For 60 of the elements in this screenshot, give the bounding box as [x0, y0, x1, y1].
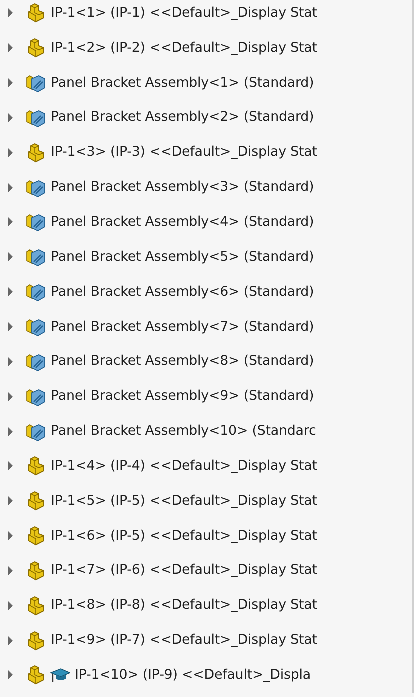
tree-item-label[interactable]: IP-1<2> (IP-2) <<Default>_Display Stat	[51, 40, 318, 56]
tree-item-label[interactable]: Panel Bracket Assembly<7> (Standard)	[51, 320, 314, 335]
tree-item-label[interactable]: IP-1<6> (IP-5) <<Default>_Display Stat	[51, 528, 318, 544]
expand-arrow-icon[interactable]	[7, 600, 14, 611]
expand-arrow-icon[interactable]	[7, 182, 14, 193]
expand-arrow-icon[interactable]	[7, 392, 14, 402]
tree-item-label[interactable]: IP-1<7> (IP-6) <<Default>_Display Stat	[51, 563, 318, 578]
expand-arrow-icon[interactable]	[7, 43, 14, 54]
expand-arrow-icon[interactable]	[7, 217, 14, 228]
part-icon	[26, 3, 46, 24]
tree-item-label[interactable]: Panel Bracket Assembly<5> (Standard)	[51, 250, 314, 265]
assembly-icon	[26, 352, 46, 372]
part-icon	[26, 456, 46, 476]
expand-arrow-icon[interactable]	[7, 426, 14, 437]
tree-item-label[interactable]: IP-1<4> (IP-4) <<Default>_Display Stat	[51, 458, 318, 474]
expand-arrow-icon[interactable]	[7, 531, 14, 542]
expand-arrow-icon[interactable]	[7, 8, 14, 18]
tree-item-label[interactable]: Panel Bracket Assembly<6> (Standard)	[51, 284, 314, 300]
part-icon	[26, 596, 46, 616]
tree-item-label[interactable]: IP-1<10> (IP-9) <<Default>_Displa	[75, 668, 312, 683]
tree-item-label[interactable]: IP-1<9> (IP-7) <<Default>_Display Stat	[51, 633, 318, 648]
tree-item-label[interactable]: Panel Bracket Assembly<8> (Standard)	[51, 354, 314, 370]
part-icon	[26, 665, 46, 686]
part-icon	[26, 526, 46, 546]
part-icon	[26, 142, 46, 163]
expand-arrow-icon[interactable]	[7, 496, 14, 506]
tree-item-label[interactable]: Panel Bracket Assembly<4> (Standard)	[51, 214, 314, 230]
assembly-icon	[26, 386, 46, 407]
expand-arrow-icon[interactable]	[7, 566, 14, 576]
assembly-icon	[26, 247, 46, 268]
expand-arrow-icon[interactable]	[7, 356, 14, 367]
assembly-icon	[26, 282, 46, 302]
assembly-icon	[26, 178, 46, 198]
expand-arrow-icon[interactable]	[7, 322, 14, 332]
tree-item-label[interactable]: Panel Bracket Assembly<1> (Standard)	[51, 76, 314, 91]
expand-arrow-icon[interactable]	[7, 287, 14, 298]
expand-arrow-icon[interactable]	[7, 670, 14, 680]
tree-item-label[interactable]: IP-1<3> (IP-3) <<Default>_Display Stat	[51, 145, 318, 160]
tree-item-label[interactable]: IP-1<1> (IP-1) <<Default>_Display Stat	[51, 6, 318, 21]
assembly-icon	[26, 73, 46, 94]
part-icon	[26, 560, 46, 581]
tree-item-label[interactable]: IP-1<5> (IP-5) <<Default>_Display Stat	[51, 494, 318, 509]
expand-arrow-icon[interactable]	[7, 252, 14, 262]
tree-item-label[interactable]: Panel Bracket Assembly<2> (Standard)	[51, 110, 314, 126]
assembly-icon	[26, 317, 46, 338]
part-icon	[26, 38, 46, 58]
expand-arrow-icon[interactable]	[7, 112, 14, 123]
part-icon	[26, 491, 46, 512]
expand-arrow-icon[interactable]	[7, 148, 14, 158]
expand-arrow-icon[interactable]	[7, 461, 14, 472]
assembly-icon	[26, 422, 46, 442]
tree-item-label[interactable]: Panel Bracket Assembly<9> (Standard)	[51, 389, 314, 404]
expand-arrow-icon[interactable]	[7, 636, 14, 646]
part-icon	[26, 630, 46, 651]
tree-item-label[interactable]: Panel Bracket Assembly<10> (Standarc	[51, 424, 316, 440]
assembly-icon	[26, 212, 46, 232]
tree-item-label[interactable]: Panel Bracket Assembly<3> (Standard)	[51, 180, 314, 196]
assembly-icon	[26, 108, 46, 128]
expand-arrow-icon[interactable]	[7, 78, 14, 88]
tree-item-label[interactable]: IP-1<8> (IP-8) <<Default>_Display Stat	[51, 598, 318, 614]
